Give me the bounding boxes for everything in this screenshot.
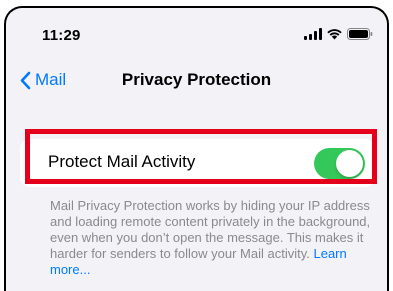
phone-screen: 11:29 Mail Privacy Protection Protect Ma…: [4, 6, 389, 291]
navigation-bar: Mail Privacy Protection: [6, 58, 387, 102]
battery-icon: [347, 28, 373, 40]
status-icons: [304, 28, 373, 40]
protect-mail-activity-toggle[interactable]: [314, 148, 365, 179]
toggle-knob: [336, 150, 363, 177]
wifi-icon: [327, 29, 342, 40]
cellular-signal-icon: [304, 28, 322, 40]
status-time: 11:29: [42, 27, 81, 44]
protect-mail-activity-row: Protect Mail Activity: [20, 139, 375, 187]
status-bar: 11:29: [6, 8, 387, 52]
protect-mail-activity-label: Protect Mail Activity: [48, 152, 196, 171]
page-title: Privacy Protection: [121, 70, 272, 89]
privacy-footer: Mail Privacy Protection works by hiding …: [50, 198, 372, 278]
